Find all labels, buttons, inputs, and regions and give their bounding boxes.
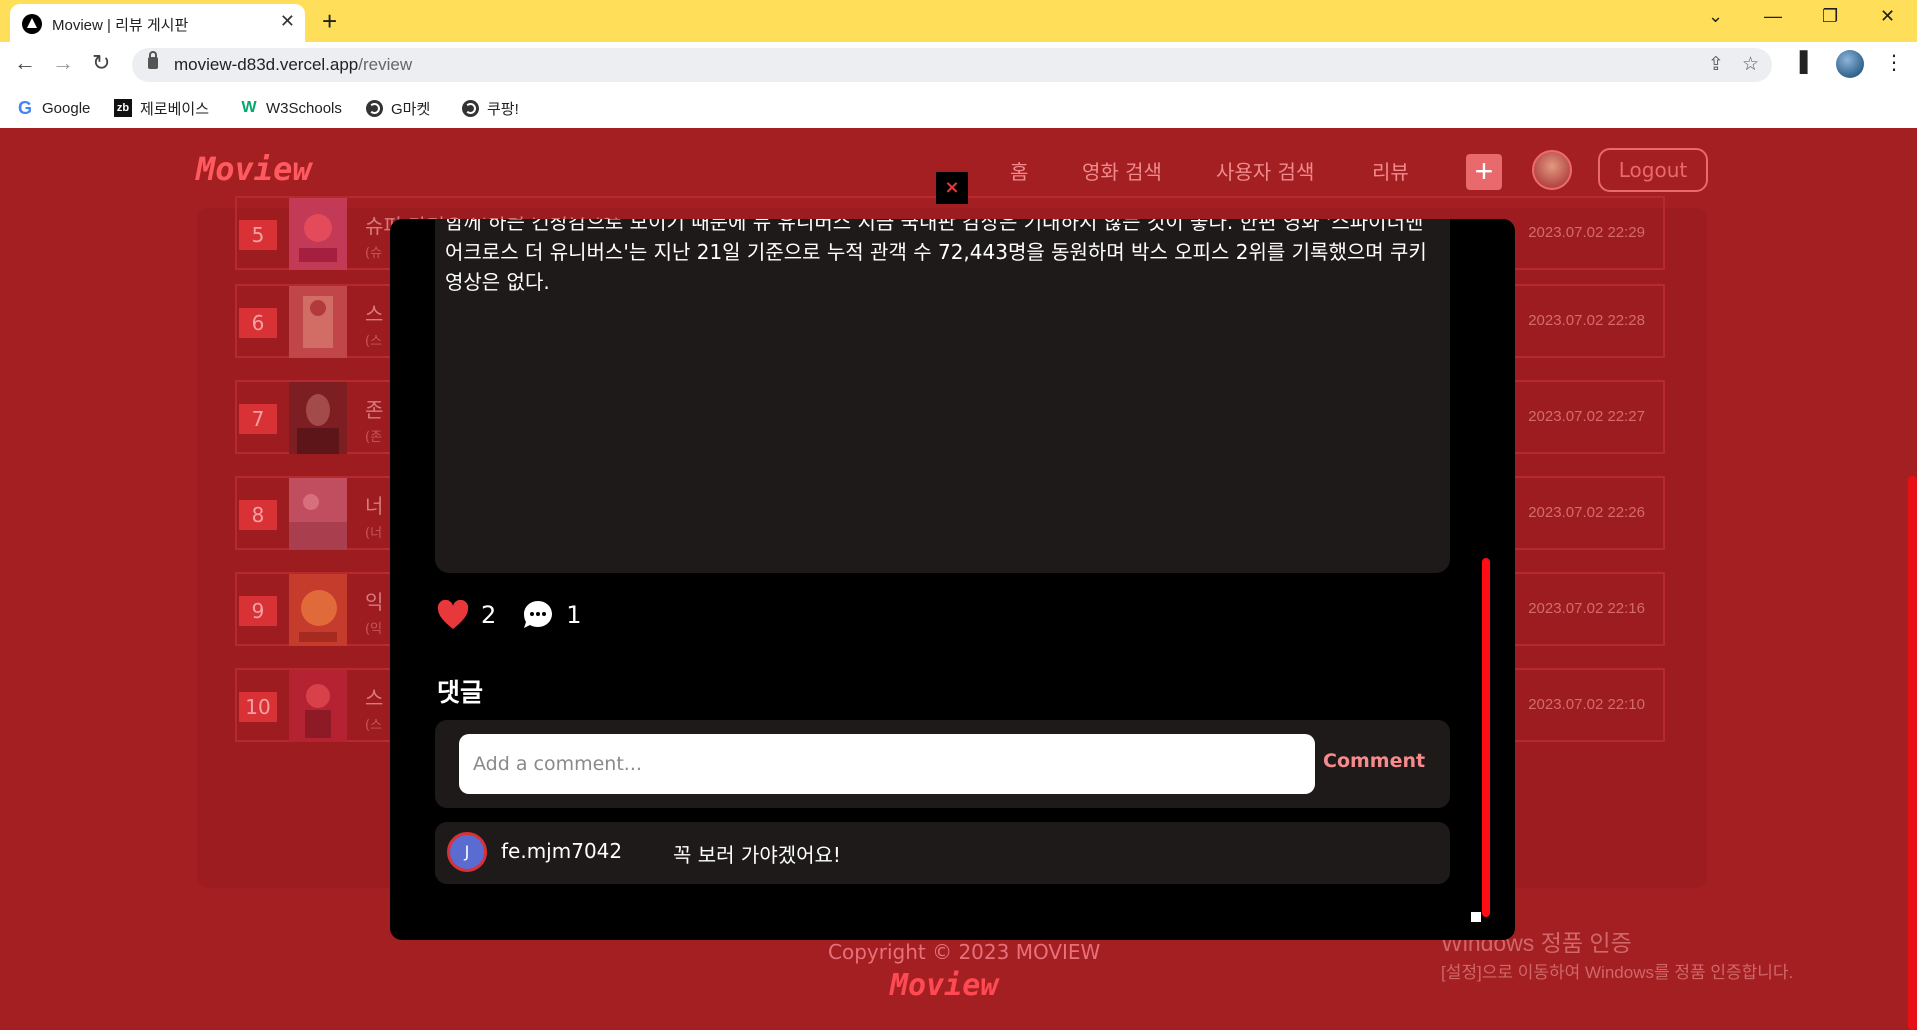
review-title: 스 <box>365 302 384 326</box>
comment-form: Comment <box>435 720 1450 808</box>
movie-poster <box>289 670 347 742</box>
review-title: 존 <box>365 398 384 422</box>
review-subtitle: (슈 <box>365 246 383 261</box>
side-panel-icon[interactable]: ▌ <box>1800 50 1815 74</box>
comment-count: 1 <box>566 601 582 629</box>
rank-badge: 10 <box>239 692 277 722</box>
globe-icon <box>462 99 479 117</box>
review-subtitle: (스 <box>365 718 383 733</box>
windows-activation-hint: [설정]으로 이동하여 Windows를 정품 인증합니다. <box>1441 963 1794 982</box>
bookmark-label: 쿠팡! <box>487 100 519 118</box>
bookmark-label: G마켓 <box>391 100 431 118</box>
review-date: 2023.07.02 22:27 <box>1528 408 1645 425</box>
restore-icon[interactable]: ❐ <box>1822 6 1838 27</box>
bookmark-coupang[interactable]: 쿠팡! <box>462 96 519 120</box>
browser-tab-bar: Moview | 리뷰 게시판 ✕ + ⌄ — ❐ ✕ <box>0 0 1917 42</box>
comment-text: 꼭 보러 가야겠어요! <box>673 843 841 867</box>
movie-poster <box>289 574 347 646</box>
page: Moview 홈 영화 검색 사용자 검색 리뷰 + Logout 5 슈퍼 마… <box>0 128 1917 1030</box>
movie-poster <box>289 478 347 550</box>
share-icon[interactable]: ⇪ <box>1708 53 1724 75</box>
globe-icon <box>366 99 383 117</box>
like-count: 2 <box>481 601 497 629</box>
bookmark-google[interactable]: G Google <box>16 96 90 120</box>
minimize-icon[interactable]: — <box>1764 6 1782 27</box>
avatar[interactable]: J <box>447 832 487 872</box>
rank-badge: 5 <box>239 220 277 250</box>
bookmark-gmarket[interactable]: G마켓 <box>366 96 430 120</box>
heart-icon[interactable] <box>437 600 469 630</box>
nav-user-search[interactable]: 사용자 검색 <box>1216 156 1314 185</box>
comments-heading: 댓글 <box>437 678 484 707</box>
page-scrollbar[interactable] <box>1908 476 1917 1030</box>
review-title: 너 <box>365 494 384 518</box>
reactions-bar: 2 1 <box>437 599 582 631</box>
review-content-box: 함께 하는 긴장감으로 보이기 때문에 뉴 유니버스 지금 국내판 감상은 기대… <box>435 219 1450 573</box>
footer-logo: Moview <box>890 968 999 1003</box>
bookmark-label: 제로베이스 <box>140 100 210 118</box>
list-item: J fe.mjm7042 꼭 보러 가야겠어요! <box>435 822 1450 884</box>
tab-title: Moview | 리뷰 게시판 <box>52 17 189 34</box>
rank-badge: 8 <box>239 500 277 530</box>
new-tab-icon[interactable]: + <box>322 6 337 37</box>
resize-handle[interactable] <box>1471 912 1481 922</box>
url-text: moview-d83d.vercel.app/review <box>174 55 413 74</box>
bookmark-label: Google <box>42 99 91 117</box>
comment-submit-button[interactable]: Comment <box>1323 750 1425 772</box>
tab-close-icon[interactable]: ✕ <box>280 11 295 32</box>
w3schools-icon: W <box>241 99 257 116</box>
address-bar[interactable]: moview-d83d.vercel.app/review ⇪ ☆ <box>132 48 1772 82</box>
rank-badge: 7 <box>239 404 277 434</box>
browser-tab[interactable]: Moview | 리뷰 게시판 ✕ <box>10 4 305 42</box>
comment-input[interactable] <box>459 734 1315 794</box>
review-date: 2023.07.02 22:16 <box>1528 600 1645 617</box>
logout-button[interactable]: Logout <box>1598 148 1708 192</box>
review-modal: 함께 하는 긴장감으로 보이기 때문에 뉴 유니버스 지금 국내판 감상은 기대… <box>390 219 1515 940</box>
review-subtitle: (익 <box>365 622 383 637</box>
lock-icon <box>148 51 158 69</box>
bookmark-star-icon[interactable]: ☆ <box>1742 53 1759 75</box>
nav-home[interactable]: 홈 <box>1010 156 1028 185</box>
review-date: 2023.07.02 22:26 <box>1528 504 1645 521</box>
comment-username[interactable]: fe.mjm7042 <box>501 839 622 863</box>
review-title: 익 <box>365 590 384 614</box>
nav-movie-search[interactable]: 영화 검색 <box>1082 156 1162 185</box>
zerobase-icon: zb <box>114 99 132 117</box>
review-date: 2023.07.02 22:29 <box>1528 224 1645 241</box>
add-review-button[interactable]: + <box>1466 154 1502 190</box>
movie-poster <box>289 382 347 454</box>
modal-close-button[interactable]: × <box>936 172 968 204</box>
bookmark-zerobase[interactable]: zb 제로베이스 <box>114 96 209 120</box>
comment-bubble-icon[interactable] <box>522 599 554 631</box>
forward-icon[interactable]: → <box>52 50 74 76</box>
browser-toolbar: ← → ↻ moview-d83d.vercel.app/review ⇪ ☆ … <box>0 42 1917 88</box>
bookmarks-bar: G Google zb 제로베이스 W W3Schools G마켓 쿠팡! <box>0 88 1917 128</box>
reload-icon[interactable]: ↻ <box>92 50 110 76</box>
nav-review[interactable]: 리뷰 <box>1372 156 1409 185</box>
footer-copyright: Copyright © 2023 MOVIEW <box>828 940 1101 964</box>
rank-badge: 6 <box>239 308 277 338</box>
movie-poster <box>289 198 347 270</box>
tab-search-chevron-icon[interactable]: ⌄ <box>1708 6 1723 27</box>
review-subtitle: (존 <box>365 430 383 445</box>
browser-menu-icon[interactable]: ⋮ <box>1884 50 1904 74</box>
back-icon[interactable]: ← <box>14 50 36 76</box>
review-body-text: 함께 하는 긴장감으로 보이기 때문에 뉴 유니버스 지금 국내판 감상은 기대… <box>445 219 1427 294</box>
modal-scrollbar[interactable] <box>1482 558 1490 917</box>
rank-badge: 9 <box>239 596 277 626</box>
browser-profile-avatar[interactable] <box>1836 50 1864 78</box>
review-date: 2023.07.02 22:10 <box>1528 696 1645 713</box>
movie-poster <box>289 286 347 358</box>
review-subtitle: (스 <box>365 334 383 349</box>
avatar[interactable] <box>1532 150 1572 190</box>
site-logo[interactable]: Moview <box>196 150 312 188</box>
review-date: 2023.07.02 22:28 <box>1528 312 1645 329</box>
review-subtitle: (너 <box>365 526 383 541</box>
window-close-icon[interactable]: ✕ <box>1880 6 1895 27</box>
bookmark-w3schools[interactable]: W W3Schools <box>240 96 342 120</box>
review-title: 스 <box>365 686 384 710</box>
google-icon: G <box>17 97 32 118</box>
bookmark-label: W3Schools <box>266 99 342 117</box>
site-favicon-icon <box>22 14 42 34</box>
